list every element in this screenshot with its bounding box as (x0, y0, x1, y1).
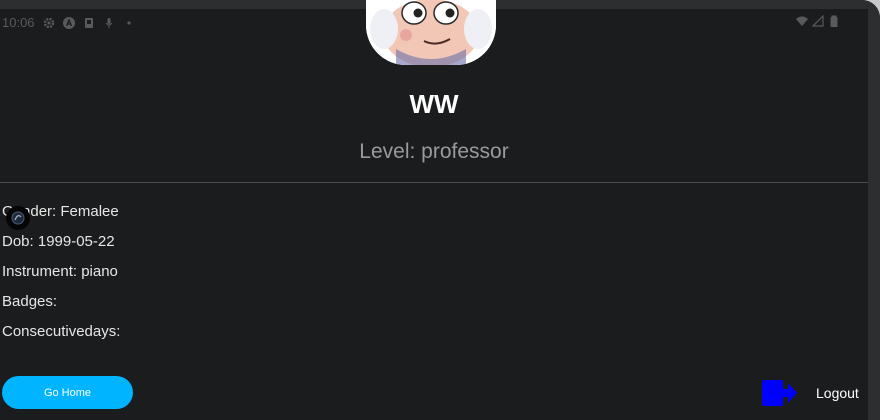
mic-icon (103, 17, 115, 29)
status-time: 10:06 (2, 15, 35, 30)
signal-icon (812, 15, 824, 27)
logout-button[interactable]: Logout (762, 378, 859, 408)
level-text: Level: professor (359, 140, 509, 163)
avatar (366, 0, 496, 65)
battery-icon (828, 15, 840, 27)
debug-overlay-button[interactable] (6, 206, 30, 230)
go-home-button[interactable]: Go Home (2, 376, 133, 409)
device-frame: 10:06 WW Level: professor Gender: Female… (0, 0, 880, 420)
a-circle-icon (62, 16, 75, 29)
square-icon (83, 17, 95, 29)
instrument-field: Instrument: piano (2, 263, 118, 280)
username-heading: WW (409, 89, 459, 119)
badges-field: Badges: (2, 293, 58, 310)
logout-label[interactable]: Logout (816, 385, 859, 401)
consecutive-days-field: Consecutivedays: (2, 323, 121, 340)
device-bezel-right (868, 0, 880, 420)
profile-screen: 10:06 WW Level: professor Gender: Female… (0, 0, 868, 420)
logout-icon[interactable] (762, 378, 798, 408)
dot-icon (123, 17, 135, 29)
dob-field: Dob: 1999-05-22 (2, 233, 115, 250)
swirl-icon (11, 211, 25, 225)
gear-icon (43, 17, 55, 29)
divider (0, 182, 868, 183)
wifi-icon (796, 15, 808, 27)
